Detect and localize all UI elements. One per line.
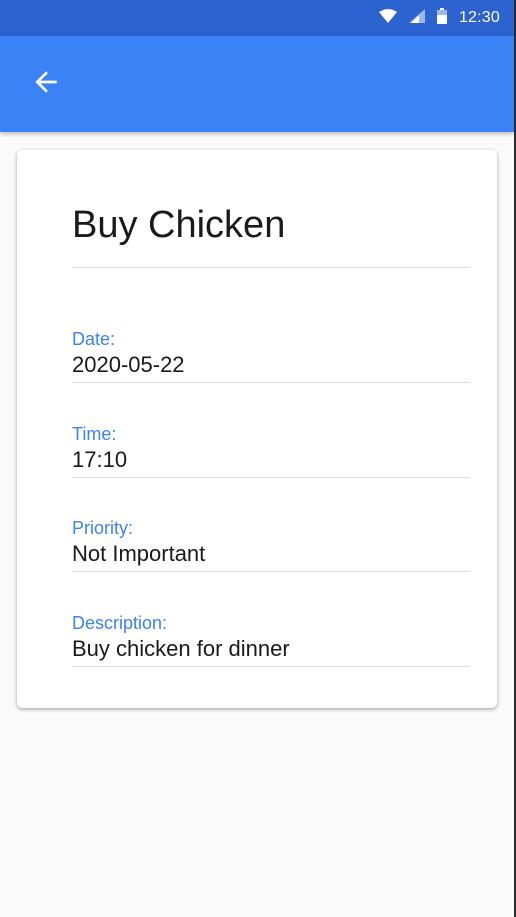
status-bar: 12:30 — [0, 0, 514, 36]
app-bar — [0, 36, 514, 132]
status-time: 12:30 — [458, 9, 500, 26]
date-value: 2020-05-22 — [72, 352, 185, 377]
priority-value: Not Important — [72, 541, 206, 566]
date-field: Date: 2020-05-22 — [72, 328, 470, 383]
device-screen: 12:30 Buy Chicken Date: 2020-05-22 Time:… — [0, 0, 514, 917]
task-title-field: Buy Chicken — [72, 200, 470, 268]
time-label: Time: — [72, 424, 117, 444]
time-value: 17:10 — [72, 447, 128, 472]
battery-icon — [436, 7, 447, 29]
wifi-icon — [378, 8, 397, 28]
priority-label: Priority: — [72, 518, 134, 538]
task-title: Buy Chicken — [72, 204, 286, 246]
priority-field: Priority: Not Important — [72, 517, 470, 572]
description-label: Description: — [72, 613, 168, 633]
arrow-left-icon — [30, 66, 62, 103]
task-detail-card: Buy Chicken Date: 2020-05-22 Time: 17:10… — [17, 150, 497, 708]
description-value: Buy chicken for dinner — [72, 636, 290, 661]
back-button[interactable] — [22, 60, 70, 108]
date-label: Date: — [72, 329, 116, 349]
time-field: Time: 17:10 — [72, 423, 470, 478]
status-icons: 12:30 — [378, 0, 500, 36]
signal-icon — [408, 8, 425, 28]
description-field: Description: Buy chicken for dinner — [72, 612, 470, 667]
